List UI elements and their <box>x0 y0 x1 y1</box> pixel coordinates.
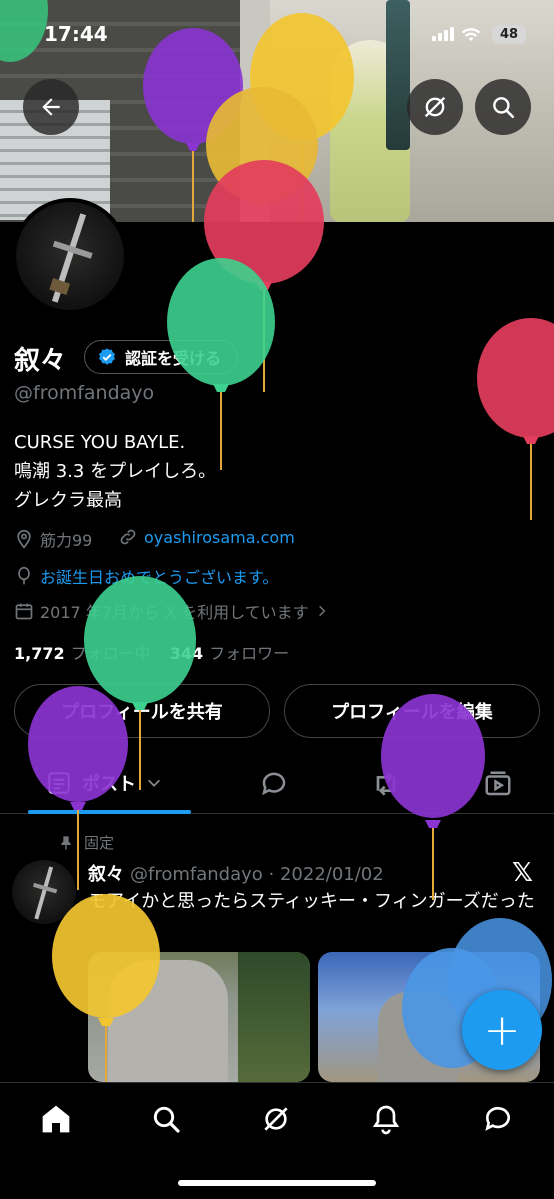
grok-button[interactable] <box>407 79 463 135</box>
notifications-icon <box>372 1105 400 1135</box>
verified-badge-icon <box>99 348 115 365</box>
profile-tabs: ポスト <box>0 756 554 814</box>
battery-indicator: 48 <box>492 25 526 44</box>
nav-messages[interactable] <box>478 1099 518 1139</box>
reply-icon <box>262 772 286 796</box>
tweet-author-handle: @fromfandayo <box>130 864 263 885</box>
tweet-separator: · <box>262 864 280 885</box>
home-icon <box>42 1105 70 1133</box>
tweet-header: 叙々 @fromfandayo · 2022/01/02 <box>88 860 384 886</box>
avatar-sword-image <box>49 213 93 303</box>
tab-media[interactable] <box>482 768 514 800</box>
following-link[interactable]: 1,772 フォロー中 <box>14 644 151 663</box>
tab-reposts[interactable] <box>370 768 402 800</box>
search-icon <box>153 1106 180 1133</box>
chevron-down-icon <box>148 779 160 787</box>
cellular-signal-icon <box>432 27 454 41</box>
pinned-indicator: 固定 <box>58 832 114 853</box>
pinned-label: 固定 <box>84 834 115 852</box>
posts-icon <box>48 772 70 794</box>
nav-notifications[interactable] <box>366 1099 406 1139</box>
home-indicator <box>178 1180 376 1186</box>
x-logo-icon[interactable]: 𝕏 <box>512 858 533 888</box>
grok-nav-icon <box>264 1107 288 1131</box>
tweet-author-name[interactable]: 叙々 <box>88 864 124 885</box>
share-profile-button[interactable]: プロフィールを共有 <box>14 684 270 738</box>
birthday-text: お誕生日おめでとうございます。 <box>40 568 279 587</box>
messages-icon <box>485 1106 510 1131</box>
search-icon <box>493 97 515 119</box>
profile-name: 叙々 <box>14 346 67 376</box>
tab-replies[interactable] <box>258 768 290 800</box>
location-text: 筋力99 <box>40 531 93 550</box>
balloon-icon <box>18 566 30 585</box>
follow-counts: 1,772 フォロー中 344 フォロワー <box>14 640 289 664</box>
tweet-image-1[interactable] <box>88 952 310 1082</box>
search-button[interactable] <box>475 79 531 135</box>
back-button[interactable] <box>23 79 79 135</box>
get-verified-label: 認証を受ける <box>125 349 222 368</box>
following-count: 1,772 <box>14 644 65 663</box>
balloon-icon <box>477 318 554 520</box>
website-link[interactable]: oyashirosama.com <box>144 528 295 547</box>
birthday-row: お誕生日おめでとうございます。 <box>14 564 278 588</box>
profile-handle: @fromfandayo <box>14 382 155 404</box>
bio-line: CURSE YOU BAYLE. <box>14 432 186 453</box>
compose-button[interactable]: + <box>462 990 542 1070</box>
repost-icon <box>376 772 396 796</box>
back-arrow-icon <box>42 98 60 116</box>
nav-home[interactable] <box>36 1099 76 1139</box>
location-icon <box>17 529 31 549</box>
status-time: 17:44 <box>44 22 108 46</box>
bio-line: 鳴潮 3.3 をプレイしろ。 <box>14 461 217 482</box>
profile-avatar[interactable] <box>12 198 128 314</box>
tweet-avatar[interactable] <box>12 860 76 924</box>
link-icon <box>120 529 136 545</box>
profile-bio: CURSE YOU BAYLE. 鳴潮 3.3 をプレイしろ。 グレクラ最高 <box>14 428 216 515</box>
wifi-icon <box>461 28 481 41</box>
location-row: 筋力99 <box>14 527 92 551</box>
media-icon <box>485 771 511 796</box>
joined-text: 2017 年7月から X を利用しています <box>40 603 309 622</box>
get-verified-button[interactable]: 認証を受ける <box>84 340 239 374</box>
status-bar: 17:44 48 <box>0 0 554 70</box>
tweet-text: モアイかと思ったらスティッキー・フィンガーズだった <box>88 891 535 912</box>
nav-grok[interactable] <box>256 1099 296 1139</box>
bio-line: グレクラ最高 <box>14 490 122 511</box>
tab-posts[interactable]: ポスト <box>46 770 162 796</box>
website-row[interactable]: oyashirosama.com <box>118 527 295 547</box>
edit-profile-button[interactable]: プロフィールを編集 <box>284 684 540 738</box>
following-label: フォロー中 <box>70 644 151 663</box>
followers-link[interactable]: 344 フォロワー <box>170 644 289 663</box>
tab-active-indicator <box>28 810 191 814</box>
followers-count: 344 <box>169 644 204 663</box>
joined-row[interactable]: 2017 年7月から X を利用しています <box>14 599 329 623</box>
grok-icon <box>424 96 446 118</box>
calendar-icon <box>15 603 33 620</box>
tab-posts-label: ポスト <box>82 774 136 795</box>
chevron-right-icon <box>318 605 326 617</box>
pin-icon <box>61 835 71 850</box>
nav-search[interactable] <box>146 1099 186 1139</box>
followers-label: フォロワー <box>209 644 290 663</box>
tweet-date: 2022/01/02 <box>279 864 384 885</box>
tweet-avatar-image <box>33 866 58 920</box>
